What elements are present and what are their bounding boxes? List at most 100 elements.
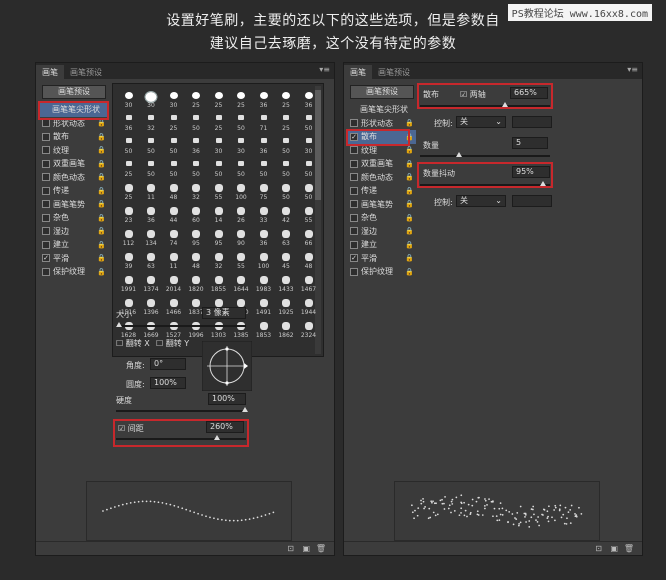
sidebar-item-2[interactable]: 散布 🔒 xyxy=(40,130,108,144)
brush-tip-cell[interactable]: 50 xyxy=(207,155,230,178)
brush-tip-cell[interactable]: 30 xyxy=(117,86,140,109)
brush-tip-cell[interactable]: 1944 xyxy=(297,293,320,316)
lock-icon[interactable]: 🔒 xyxy=(97,227,106,235)
sidebar-checkbox[interactable] xyxy=(42,227,50,236)
count-slider[interactable] xyxy=(420,152,550,157)
sidebar-checkbox[interactable] xyxy=(42,200,50,209)
sidebar-checkbox[interactable]: ✓ xyxy=(42,254,50,263)
brush-tip-cell[interactable]: 50 xyxy=(140,132,163,155)
brush-tip-cell[interactable]: 50 xyxy=(275,178,298,201)
brush-tip-cell[interactable]: 25 xyxy=(207,86,230,109)
delete-icon[interactable]: 🗑 xyxy=(316,544,326,553)
brush-tip-cell[interactable]: 63 xyxy=(140,247,163,270)
sidebar-checkbox[interactable] xyxy=(42,146,50,155)
brush-tip-cell[interactable]: 48 xyxy=(162,178,185,201)
toggle-bristle-preview-icon[interactable]: ⊡ xyxy=(595,544,602,553)
brush-tip-cell[interactable]: 50 xyxy=(275,155,298,178)
lock-icon[interactable]: 🔒 xyxy=(405,187,414,195)
brush-tip-cell[interactable]: 30 xyxy=(297,132,320,155)
sidebar-item-12[interactable]: 保护纹理 🔒 xyxy=(348,265,416,279)
lock-icon[interactable]: 🔒 xyxy=(405,268,414,276)
brush-tip-cell[interactable]: 95 xyxy=(185,224,208,247)
size-slider[interactable] xyxy=(116,322,246,327)
brush-tip-cell[interactable]: 23 xyxy=(117,201,140,224)
brush-tip-cell[interactable]: 25 xyxy=(185,86,208,109)
lock-icon[interactable]: 🔒 xyxy=(405,214,414,222)
brush-tip-cell[interactable]: 1862 xyxy=(275,316,298,339)
brush-tip-cell[interactable]: 11 xyxy=(140,178,163,201)
angle-field[interactable]: 0° xyxy=(150,358,186,370)
sidebar-checkbox[interactable] xyxy=(350,213,358,222)
brush-tip-cell[interactable]: 30 xyxy=(162,86,185,109)
brush-tip-cell[interactable]: 25 xyxy=(230,86,253,109)
brush-tip-cell[interactable]: 100 xyxy=(252,247,275,270)
brush-tip-cell[interactable]: 45 xyxy=(275,247,298,270)
brush-tip-cell[interactable]: 74 xyxy=(162,224,185,247)
sidebar-checkbox[interactable] xyxy=(42,132,50,141)
lock-icon[interactable]: 🔒 xyxy=(405,241,414,249)
brush-tip-cell[interactable]: 32 xyxy=(185,178,208,201)
brush-tip-cell[interactable]: 36 xyxy=(252,86,275,109)
sidebar-item-10[interactable]: 建立 🔒 xyxy=(348,238,416,252)
tab-brush[interactable]: 画笔 xyxy=(344,65,372,79)
lock-icon[interactable]: 🔒 xyxy=(405,173,414,181)
brush-tip-cell[interactable]: 60 xyxy=(185,201,208,224)
hardness-field[interactable]: 100% xyxy=(208,393,246,405)
brush-tip-cell[interactable]: 50 xyxy=(252,155,275,178)
tab-brush-presets[interactable]: 画笔预设 xyxy=(64,65,108,79)
brush-tip-cell[interactable]: 112 xyxy=(117,224,140,247)
sidebar-item-7[interactable]: 画笔笔势 🔒 xyxy=(348,198,416,212)
new-brush-icon[interactable]: ▣ xyxy=(302,544,310,553)
brush-tip-cell[interactable]: 63 xyxy=(275,224,298,247)
brush-tip-cell[interactable]: 1467 xyxy=(297,270,320,293)
sidebar-item-11[interactable]: ✓ 平滑 🔒 xyxy=(40,252,108,266)
brush-tip-cell[interactable]: 1385 xyxy=(230,316,253,339)
brush-tip-cell[interactable]: 50 xyxy=(117,132,140,155)
lock-icon[interactable]: 🔒 xyxy=(405,160,414,168)
roundness-field[interactable]: 100% xyxy=(150,377,186,389)
brush-tip-cell[interactable]: 1669 xyxy=(140,316,163,339)
lock-icon[interactable]: 🔒 xyxy=(97,214,106,222)
sidebar-item-4[interactable]: 双重画笔 🔒 xyxy=(40,157,108,171)
lock-icon[interactable]: 🔒 xyxy=(97,133,106,141)
brush-tip-cell[interactable]: 1853 xyxy=(252,316,275,339)
brush-tip-cell[interactable]: 71 xyxy=(252,109,275,132)
brush-tip-cell[interactable]: 36 xyxy=(252,224,275,247)
brush-tip-cell[interactable]: 39 xyxy=(117,247,140,270)
panel-menu-icon[interactable]: ▾≡ xyxy=(319,65,330,74)
brush-tip-cell[interactable]: 95 xyxy=(207,224,230,247)
brush-tip-cell[interactable]: 26 xyxy=(230,201,253,224)
control2-select[interactable]: 关 ⌄ xyxy=(456,195,506,207)
brush-tip-cell[interactable]: 32 xyxy=(140,109,163,132)
brush-tip-cell[interactable]: 30 xyxy=(230,132,253,155)
lock-icon[interactable]: 🔒 xyxy=(97,119,106,127)
brush-tip-cell[interactable]: 2324 xyxy=(297,316,320,339)
sidebar-checkbox[interactable] xyxy=(350,119,358,128)
lock-icon[interactable]: 🔒 xyxy=(97,187,106,195)
sidebar-checkbox[interactable] xyxy=(42,173,50,182)
flip-y-checkbox[interactable]: ☐ 翻转 Y xyxy=(156,338,189,349)
brush-tip-cell[interactable]: 1991 xyxy=(117,270,140,293)
sidebar-item-5[interactable]: 颜色动态 🔒 xyxy=(348,171,416,185)
sidebar-item-3[interactable]: 纹理 🔒 xyxy=(40,144,108,158)
sidebar-item-6[interactable]: 传递 🔒 xyxy=(40,184,108,198)
brush-tip-cell[interactable]: 75 xyxy=(252,178,275,201)
brush-tip-cell[interactable]: 1925 xyxy=(275,293,298,316)
brush-tip-cell[interactable]: 1466 xyxy=(162,293,185,316)
toggle-bristle-preview-icon[interactable]: ⊡ xyxy=(287,544,294,553)
sidebar-checkbox[interactable] xyxy=(350,159,358,168)
lock-icon[interactable]: 🔒 xyxy=(97,268,106,276)
sidebar-checkbox[interactable] xyxy=(350,240,358,249)
control-select[interactable]: 关 ⌄ xyxy=(456,116,506,128)
brush-tip-cell[interactable]: 50 xyxy=(297,155,320,178)
lock-icon[interactable]: 🔒 xyxy=(405,146,414,154)
brush-tip-cell[interactable]: 50 xyxy=(185,155,208,178)
brush-tip-cell[interactable]: 1820 xyxy=(185,270,208,293)
sidebar-item-6[interactable]: 传递 🔒 xyxy=(348,184,416,198)
sidebar-checkbox[interactable]: ✓ xyxy=(350,254,358,263)
delete-icon[interactable]: 🗑 xyxy=(624,544,634,553)
lock-icon[interactable]: 🔒 xyxy=(97,160,106,168)
lock-icon[interactable]: 🔒 xyxy=(405,200,414,208)
sidebar-checkbox[interactable] xyxy=(42,119,50,128)
brush-tip-cell[interactable]: 32 xyxy=(207,247,230,270)
